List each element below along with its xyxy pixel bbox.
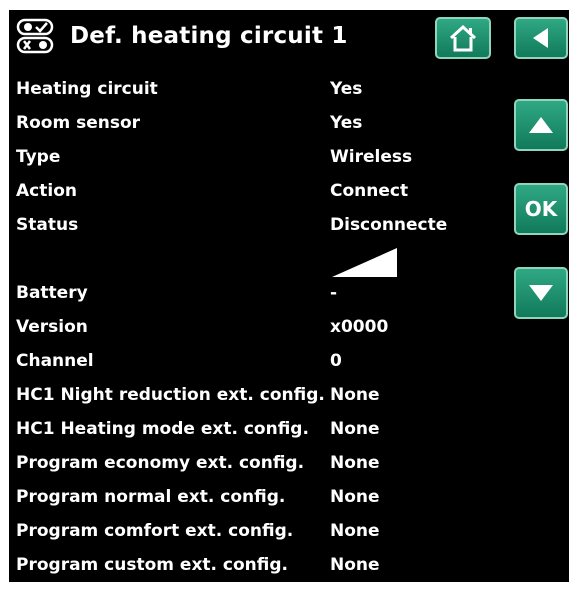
ok-button[interactable]: OK (514, 183, 568, 235)
row-label: Program comfort ext. config. (16, 521, 294, 541)
row-value: 0 (330, 351, 342, 371)
list-item[interactable]: Program economy ext. config. None (16, 453, 456, 483)
row-value: Yes (330, 113, 363, 133)
row-label: Action (16, 181, 77, 201)
row-label: Channel (16, 351, 94, 371)
page-title: Def. heating circuit 1 (70, 23, 348, 49)
up-button[interactable] (514, 99, 568, 151)
row-label: Room sensor (16, 113, 141, 133)
row-value: None (330, 419, 380, 439)
list-item[interactable]: Program normal ext. config. None (16, 487, 456, 517)
row-label: Program normal ext. config. (16, 487, 286, 507)
row-value: None (330, 453, 380, 473)
row-value: None (330, 521, 380, 541)
row-label: Program economy ext. config. (16, 453, 305, 473)
list-item[interactable]: HC1 Heating mode ext. config. None (16, 419, 456, 449)
list-item[interactable]: Type Wireless (16, 147, 456, 177)
list-item[interactable]: Program comfort ext. config. None (16, 521, 456, 551)
toggle-switches-icon (16, 18, 54, 54)
list-item[interactable]: Status Disconnected (16, 215, 456, 245)
screen: Def. heating circuit 1 OK Heating circui… (9, 10, 569, 582)
back-button[interactable] (514, 17, 568, 59)
row-value: None (330, 487, 380, 507)
list-item[interactable]: Program custom ext. config. None (16, 555, 456, 585)
row-label: HC1 Night reduction ext. config. (16, 385, 325, 405)
list-item[interactable]: Channel 0 (16, 351, 456, 381)
row-value: Disconnected (330, 215, 448, 235)
row-label: Version (16, 317, 88, 337)
list-item[interactable]: HC1 Night reduction ext. config. None (16, 385, 456, 415)
row-value: Yes (330, 79, 363, 99)
list-item[interactable]: Action Connect (16, 181, 456, 211)
up-arrow-icon (529, 117, 553, 133)
row-label: HC1 Heating mode ext. config. (16, 419, 309, 439)
row-label: Battery (16, 283, 88, 303)
home-button[interactable] (435, 17, 491, 59)
row-value: Connect (330, 181, 409, 201)
row-value: None (330, 385, 380, 405)
row-value: None (330, 555, 380, 575)
list-item[interactable]: Heating circuit Yes (16, 79, 456, 109)
signal-strength-icon (332, 248, 397, 277)
row-label: Heating circuit (16, 79, 158, 99)
list-item[interactable]: Room sensor Yes (16, 113, 456, 143)
row-label: Program custom ext. config. (16, 555, 288, 575)
row-label: Type (16, 147, 61, 167)
home-icon (449, 24, 477, 52)
row-label: Status (16, 215, 79, 235)
list-item[interactable]: Version x0000 (16, 317, 456, 347)
list-item[interactable]: Battery - (16, 283, 456, 313)
back-arrow-icon (533, 28, 548, 48)
down-arrow-icon (529, 285, 553, 301)
down-button[interactable] (514, 267, 568, 319)
row-value: Wireless (330, 147, 413, 167)
ok-label: OK (524, 197, 558, 221)
row-value: x0000 (330, 317, 389, 337)
row-value: - (330, 283, 338, 303)
